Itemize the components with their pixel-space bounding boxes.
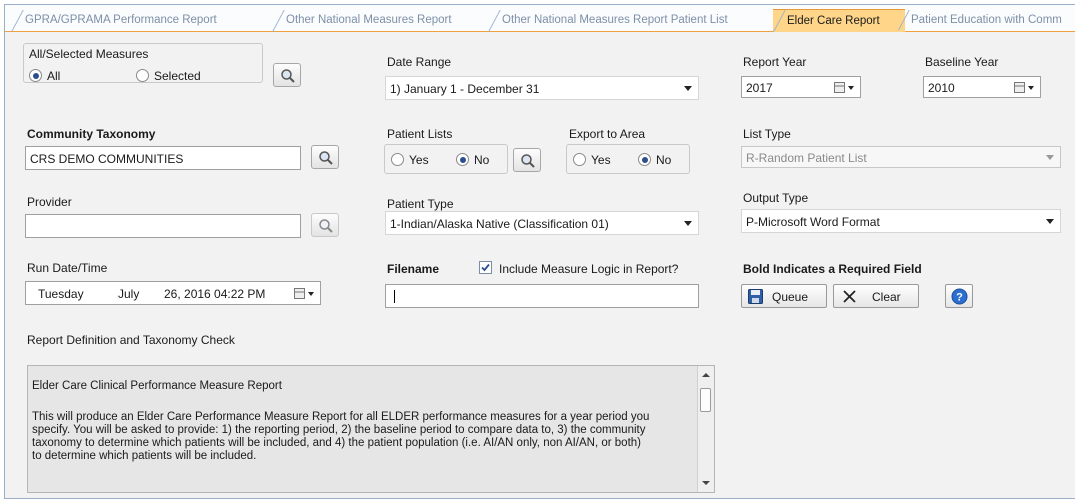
definition-line: This will produce an Elder Care Performa… — [32, 411, 650, 423]
tab-other-national-patient-list[interactable]: Other National Measures Report Patient L… — [488, 10, 782, 32]
patient-lists-label: Patient Lists — [387, 127, 453, 141]
output-type-label: Output Type — [743, 191, 809, 205]
help-icon: ? — [951, 288, 968, 305]
tab-label: Patient Education with Comm — [911, 14, 1062, 26]
run-date-rest: 26, 2016 04:22 PM — [164, 287, 266, 301]
patient-lists-yes-radio[interactable]: Yes — [391, 153, 429, 167]
list-type-select[interactable]: R-Random Patient List — [741, 146, 1061, 168]
definition-line: specify. You will be asked to provide: 1… — [32, 424, 646, 436]
measures-selected-radio[interactable]: Selected — [136, 69, 201, 83]
community-taxonomy-label: Community Taxonomy — [27, 127, 156, 141]
definition-line: taxonomy to determine which patients wil… — [32, 437, 642, 449]
list-type-label: List Type — [743, 127, 791, 141]
patient-lists-no-radio[interactable]: No — [456, 153, 489, 167]
measures-search-button[interactable] — [273, 63, 301, 87]
output-type-select[interactable]: P-Microsoft Word Format — [741, 209, 1061, 233]
svg-text:?: ? — [956, 292, 963, 304]
list-type-value: R-Random Patient List — [746, 151, 867, 165]
tab-label: Elder Care Report — [787, 15, 880, 27]
chevron-down-icon — [684, 86, 692, 91]
measures-all-radio[interactable]: All — [29, 69, 60, 83]
baseline-year-label: Baseline Year — [925, 55, 999, 69]
tab-label: GPRA/GPRAMA Performance Report — [25, 14, 217, 26]
provider-field[interactable] — [25, 214, 301, 238]
include-logic-checkbox[interactable] — [479, 261, 492, 274]
date-range-label: Date Range — [387, 55, 452, 69]
tab-bar: GPRA/GPRAMA Performance Report Other Nat… — [5, 5, 1075, 32]
magnifier-icon — [281, 69, 295, 83]
text-cursor — [394, 290, 395, 303]
baseline-year-picker[interactable]: 2010 — [923, 76, 1041, 98]
queue-label: Queue — [772, 290, 809, 304]
tab-gpra[interactable]: GPRA/GPRAMA Performance Report — [11, 10, 280, 32]
close-icon — [843, 290, 856, 303]
baseline-year-value: 2010 — [928, 81, 955, 95]
report-year-value: 2017 — [746, 81, 773, 95]
run-weekday: Tuesday — [38, 287, 84, 301]
measures-label: All/Selected Measures — [29, 47, 149, 61]
definition-label: Report Definition and Taxonomy Check — [27, 333, 235, 347]
patient-lists-search-button[interactable] — [513, 148, 541, 172]
community-taxonomy-value: CRS DEMO COMMUNITIES — [30, 152, 184, 166]
magnifier-icon — [319, 219, 333, 233]
patient-type-label: Patient Type — [387, 197, 454, 211]
save-disk-icon — [748, 289, 763, 304]
output-type-value: P-Microsoft Word Format — [746, 215, 880, 229]
definition-textarea[interactable]: Elder Care Clinical Performance Measure … — [27, 365, 715, 493]
clear-button[interactable]: Clear — [833, 284, 919, 308]
tab-label: Other National Measures Report Patient L… — [502, 14, 728, 26]
provider-search-button[interactable] — [311, 213, 339, 237]
patient-type-select[interactable]: 1-Indian/Alaska Native (Classification 0… — [385, 211, 699, 235]
patient-type-value: 1-Indian/Alaska Native (Classification 0… — [390, 217, 609, 231]
community-search-button[interactable] — [311, 145, 339, 169]
filename-input[interactable] — [385, 284, 699, 308]
magnifier-icon — [521, 154, 535, 168]
export-area-label: Export to Area — [569, 127, 646, 141]
scroll-up-icon — [702, 373, 710, 377]
run-month: July — [118, 287, 140, 301]
tab-elder-care[interactable]: Elder Care Report — [773, 9, 905, 32]
scroll-thumb[interactable] — [700, 388, 711, 412]
provider-label: Provider — [27, 195, 72, 209]
chevron-down-icon — [684, 221, 692, 226]
calendar-dropdown-icon — [294, 288, 314, 299]
report-year-picker[interactable]: 2017 — [741, 76, 861, 98]
clear-label: Clear — [872, 290, 901, 304]
definition-scrollbar[interactable] — [697, 366, 714, 492]
community-taxonomy-field[interactable]: CRS DEMO COMMUNITIES — [25, 146, 301, 170]
include-logic-label: Include Measure Logic in Report? — [499, 262, 679, 276]
queue-button[interactable]: Queue — [741, 284, 827, 308]
filename-label: Filename — [387, 262, 440, 276]
export-area-yes-radio[interactable]: Yes — [573, 153, 611, 167]
help-button[interactable]: ? — [945, 284, 973, 308]
calendar-dropdown-icon — [834, 82, 854, 93]
definition-title: Elder Care Clinical Performance Measure … — [32, 380, 282, 392]
report-window: GPRA/GPRAMA Performance Report Other Nat… — [4, 4, 1075, 499]
checkmark-icon — [481, 263, 490, 272]
magnifier-icon — [319, 151, 333, 165]
chevron-down-icon — [1046, 155, 1054, 160]
required-field-note: Bold Indicates a Required Field — [743, 262, 922, 276]
export-area-no-radio[interactable]: No — [638, 153, 671, 167]
tab-other-national[interactable]: Other National Measures Report — [272, 10, 496, 32]
scroll-down-icon — [702, 481, 710, 485]
report-year-label: Report Year — [743, 55, 807, 69]
calendar-dropdown-icon — [1014, 82, 1034, 93]
date-range-select[interactable]: 1) January 1 - December 31 — [385, 76, 699, 100]
tab-label: Other National Measures Report — [286, 14, 452, 26]
run-datetime-picker[interactable]: Tuesday July 26, 2016 04:22 PM — [25, 281, 321, 305]
tab-patient-education[interactable]: Patient Education with Comm — [897, 10, 1075, 30]
run-datetime-label: Run Date/Time — [27, 261, 108, 275]
date-range-value: 1) January 1 - December 31 — [390, 82, 540, 96]
definition-line: to determine which patients will be incl… — [32, 450, 257, 462]
chevron-down-icon — [1046, 219, 1054, 224]
